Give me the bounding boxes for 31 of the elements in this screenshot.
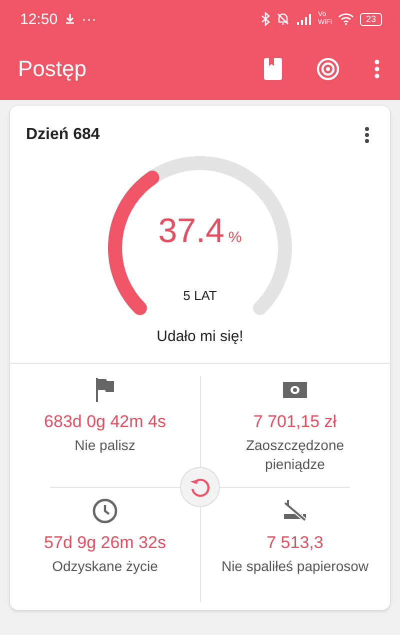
mute-icon [276,12,290,26]
stat-label: Nie spaliłeś papierosow [220,557,370,576]
target-icon[interactable] [316,57,340,81]
download-icon [64,13,76,25]
stat-label: Zaoszczędzone pieniądze [244,436,346,474]
bluetooth-icon [260,12,270,26]
stat-value: 57d 9g 26m 32s [44,533,166,553]
card-title: Dzień 684 [26,126,100,144]
stat-value: 7 701,15 zł [253,412,337,432]
stat-label: Nie palisz [74,436,136,455]
signal-icon [296,13,312,25]
menu-icon[interactable] [374,59,380,79]
battery-indicator: 23 [360,12,382,26]
banknote-icon [283,382,307,398]
progress-unit: % [228,229,242,246]
status-time: 12:50 [20,10,58,28]
stat-value: 7 513,3 [266,533,324,553]
screen-title: Postęp [18,56,86,82]
no-cigarette-icon [282,500,308,522]
wifi-icon [338,13,354,25]
more-notifications: ··· [82,10,97,28]
stat-value: 683d 0g 42m 4s [44,412,166,432]
success-message: Udało mi się! [156,328,244,345]
goal-caption: 5 LAT [182,288,218,303]
more-icon[interactable] [364,126,370,144]
stat-label: Odzyskane życie [51,557,159,576]
progress-value: 37.4 [158,212,224,251]
flag-icon [94,378,116,402]
reset-button[interactable] [180,467,220,507]
clock-icon [92,498,118,524]
book-icon[interactable] [264,58,282,80]
